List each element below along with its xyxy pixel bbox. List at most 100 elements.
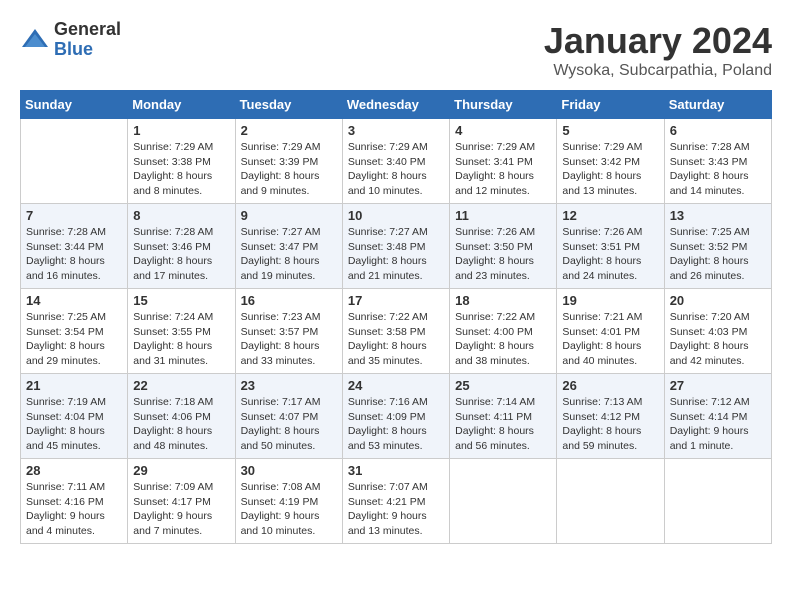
day-number: 22 (133, 378, 229, 393)
day-cell: 16 Sunrise: 7:23 AM Sunset: 3:57 PM Dayli… (235, 289, 342, 374)
day-number: 25 (455, 378, 551, 393)
day-info: Sunrise: 7:21 AM Sunset: 4:01 PM Dayligh… (562, 310, 658, 369)
day-info: Sunrise: 7:29 AM Sunset: 3:41 PM Dayligh… (455, 140, 551, 199)
day-cell: 20 Sunrise: 7:20 AM Sunset: 4:03 PM Dayli… (664, 289, 771, 374)
logo-icon (20, 25, 50, 55)
week-row: 14Sunrise: 7:25 AM Sunset: 3:54 PM Dayli… (21, 289, 772, 374)
week-row: 7 Sunrise: 7:28 AM Sunset: 3:44 PM Daylig… (21, 204, 772, 289)
day-info: Sunrise: 7:14 AM Sunset: 4:11 PM Dayligh… (455, 395, 551, 454)
day-cell: 21 Sunrise: 7:19 AM Sunset: 4:04 PM Dayli… (21, 374, 128, 459)
day-cell: 14Sunrise: 7:25 AM Sunset: 3:54 PM Dayli… (21, 289, 128, 374)
day-number: 5 (562, 123, 658, 138)
day-info: Sunrise: 7:22 AM Sunset: 4:00 PM Dayligh… (455, 310, 551, 369)
logo-blue: Blue (54, 40, 121, 60)
day-number: 28 (26, 463, 122, 478)
day-number: 20 (670, 293, 766, 308)
day-cell: 7 Sunrise: 7:28 AM Sunset: 3:44 PM Daylig… (21, 204, 128, 289)
day-info: Sunrise: 7:25 AM Sunset: 3:54 PM Dayligh… (26, 310, 122, 369)
day-number: 6 (670, 123, 766, 138)
day-info: Sunrise: 7:26 AM Sunset: 3:51 PM Dayligh… (562, 225, 658, 284)
day-cell: 12 Sunrise: 7:26 AM Sunset: 3:51 PM Dayli… (557, 204, 664, 289)
day-info: Sunrise: 7:25 AM Sunset: 3:52 PM Dayligh… (670, 225, 766, 284)
day-cell: 26Sunrise: 7:13 AM Sunset: 4:12 PM Dayli… (557, 374, 664, 459)
day-cell: 5 Sunrise: 7:29 AM Sunset: 3:42 PM Daylig… (557, 119, 664, 204)
day-number: 12 (562, 208, 658, 223)
day-cell: 3 Sunrise: 7:29 AM Sunset: 3:40 PM Daylig… (342, 119, 449, 204)
logo-general: General (54, 20, 121, 40)
day-info: Sunrise: 7:28 AM Sunset: 3:43 PM Dayligh… (670, 140, 766, 199)
day-info: Sunrise: 7:29 AM Sunset: 3:42 PM Dayligh… (562, 140, 658, 199)
day-cell: 18Sunrise: 7:22 AM Sunset: 4:00 PM Dayli… (450, 289, 557, 374)
day-info: Sunrise: 7:07 AM Sunset: 4:21 PM Dayligh… (348, 480, 444, 539)
day-cell: 30 Sunrise: 7:08 AM Sunset: 4:19 PM Dayli… (235, 459, 342, 544)
day-info: Sunrise: 7:22 AM Sunset: 3:58 PM Dayligh… (348, 310, 444, 369)
calendar-table: SundayMondayTuesdayWednesdayThursdayFrid… (20, 90, 772, 544)
day-number: 16 (241, 293, 337, 308)
weekday-header: Monday (128, 91, 235, 119)
day-number: 19 (562, 293, 658, 308)
day-cell: 6 Sunrise: 7:28 AM Sunset: 3:43 PM Daylig… (664, 119, 771, 204)
day-number: 10 (348, 208, 444, 223)
day-number: 13 (670, 208, 766, 223)
day-cell: 8 Sunrise: 7:28 AM Sunset: 3:46 PM Daylig… (128, 204, 235, 289)
day-cell: 13 Sunrise: 7:25 AM Sunset: 3:52 PM Dayli… (664, 204, 771, 289)
day-cell (21, 119, 128, 204)
title-month: January 2024 (544, 20, 772, 62)
day-info: Sunrise: 7:26 AM Sunset: 3:50 PM Dayligh… (455, 225, 551, 284)
day-cell (557, 459, 664, 544)
day-info: Sunrise: 7:18 AM Sunset: 4:06 PM Dayligh… (133, 395, 229, 454)
day-number: 15 (133, 293, 229, 308)
day-info: Sunrise: 7:20 AM Sunset: 4:03 PM Dayligh… (670, 310, 766, 369)
day-info: Sunrise: 7:28 AM Sunset: 3:46 PM Dayligh… (133, 225, 229, 284)
logo: General Blue (20, 20, 121, 60)
day-cell: 17Sunrise: 7:22 AM Sunset: 3:58 PM Dayli… (342, 289, 449, 374)
weekday-header: Saturday (664, 91, 771, 119)
calendar-header-row: SundayMondayTuesdayWednesdayThursdayFrid… (21, 91, 772, 119)
day-info: Sunrise: 7:12 AM Sunset: 4:14 PM Dayligh… (670, 395, 766, 454)
day-cell: 31 Sunrise: 7:07 AM Sunset: 4:21 PM Dayli… (342, 459, 449, 544)
day-number: 7 (26, 208, 122, 223)
day-cell: 27Sunrise: 7:12 AM Sunset: 4:14 PM Dayli… (664, 374, 771, 459)
day-number: 23 (241, 378, 337, 393)
day-number: 29 (133, 463, 229, 478)
day-info: Sunrise: 7:27 AM Sunset: 3:47 PM Dayligh… (241, 225, 337, 284)
day-cell (664, 459, 771, 544)
day-number: 30 (241, 463, 337, 478)
page-header: General Blue January 2024 Wysoka, Subcar… (20, 20, 772, 80)
title-block: January 2024 Wysoka, Subcarpathia, Polan… (544, 20, 772, 80)
day-cell: 1 Sunrise: 7:29 AM Sunset: 3:38 PM Daylig… (128, 119, 235, 204)
weekday-header: Sunday (21, 91, 128, 119)
title-location: Wysoka, Subcarpathia, Poland (544, 62, 772, 80)
day-number: 1 (133, 123, 229, 138)
day-info: Sunrise: 7:29 AM Sunset: 3:40 PM Dayligh… (348, 140, 444, 199)
weekday-header: Wednesday (342, 91, 449, 119)
weekday-header: Thursday (450, 91, 557, 119)
weekday-header: Tuesday (235, 91, 342, 119)
day-cell: 4Sunrise: 7:29 AM Sunset: 3:41 PM Daylig… (450, 119, 557, 204)
day-cell: 22 Sunrise: 7:18 AM Sunset: 4:06 PM Dayli… (128, 374, 235, 459)
day-number: 3 (348, 123, 444, 138)
day-cell: 28Sunrise: 7:11 AM Sunset: 4:16 PM Dayli… (21, 459, 128, 544)
day-info: Sunrise: 7:19 AM Sunset: 4:04 PM Dayligh… (26, 395, 122, 454)
day-cell (450, 459, 557, 544)
day-info: Sunrise: 7:08 AM Sunset: 4:19 PM Dayligh… (241, 480, 337, 539)
day-cell: 11 Sunrise: 7:26 AM Sunset: 3:50 PM Dayli… (450, 204, 557, 289)
day-info: Sunrise: 7:09 AM Sunset: 4:17 PM Dayligh… (133, 480, 229, 539)
day-cell: 19 Sunrise: 7:21 AM Sunset: 4:01 PM Dayli… (557, 289, 664, 374)
day-info: Sunrise: 7:28 AM Sunset: 3:44 PM Dayligh… (26, 225, 122, 284)
day-number: 21 (26, 378, 122, 393)
day-number: 11 (455, 208, 551, 223)
day-info: Sunrise: 7:23 AM Sunset: 3:57 PM Dayligh… (241, 310, 337, 369)
day-number: 9 (241, 208, 337, 223)
day-info: Sunrise: 7:16 AM Sunset: 4:09 PM Dayligh… (348, 395, 444, 454)
day-info: Sunrise: 7:17 AM Sunset: 4:07 PM Dayligh… (241, 395, 337, 454)
day-cell: 9 Sunrise: 7:27 AM Sunset: 3:47 PM Daylig… (235, 204, 342, 289)
week-row: 1 Sunrise: 7:29 AM Sunset: 3:38 PM Daylig… (21, 119, 772, 204)
day-info: Sunrise: 7:13 AM Sunset: 4:12 PM Dayligh… (562, 395, 658, 454)
day-info: Sunrise: 7:29 AM Sunset: 3:38 PM Dayligh… (133, 140, 229, 199)
day-cell: 29 Sunrise: 7:09 AM Sunset: 4:17 PM Dayli… (128, 459, 235, 544)
day-number: 8 (133, 208, 229, 223)
day-number: 31 (348, 463, 444, 478)
day-info: Sunrise: 7:24 AM Sunset: 3:55 PM Dayligh… (133, 310, 229, 369)
day-info: Sunrise: 7:27 AM Sunset: 3:48 PM Dayligh… (348, 225, 444, 284)
